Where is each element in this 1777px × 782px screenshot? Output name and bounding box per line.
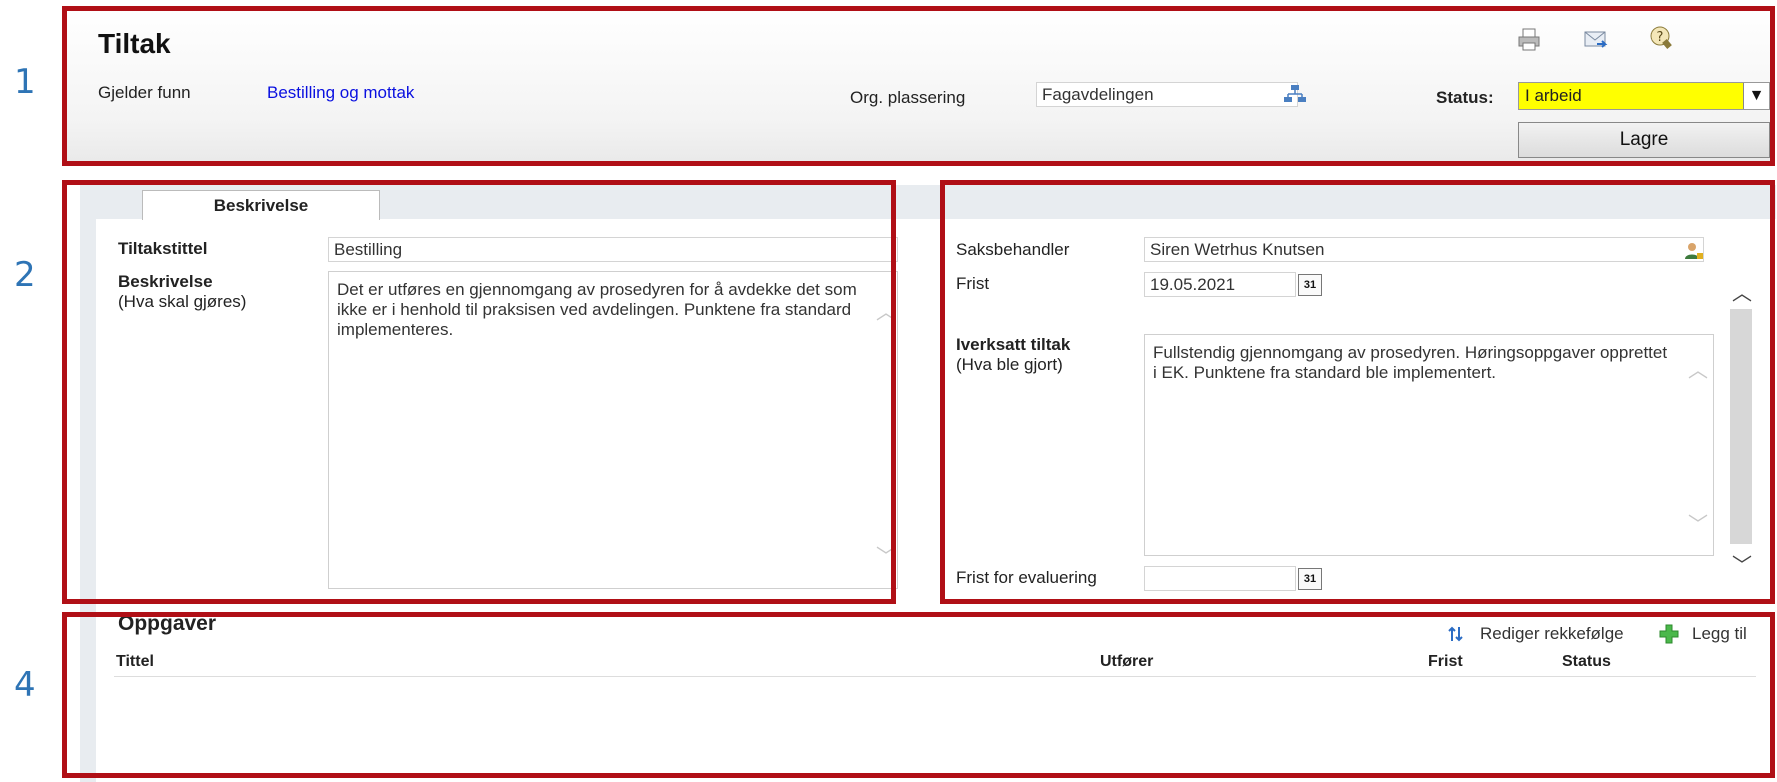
add-button[interactable]: Legg til: [1692, 624, 1747, 644]
org-tree-icon[interactable]: [1283, 84, 1307, 104]
gjelder-label: Gjelder funn: [98, 83, 191, 102]
col-header-tittel[interactable]: Tittel: [116, 653, 154, 671]
desc-label: Beskrivelse (Hva skal gjøres): [118, 272, 246, 312]
page: 1 2 3 4 Tiltak Gjelder funn Bestilling o…: [0, 0, 1777, 782]
org-value: Fagavdelingen: [1042, 85, 1154, 104]
done-textarea[interactable]: Fullstendig gjennomgang av prosedyren. H…: [1144, 334, 1714, 556]
done-scroll-up-icon[interactable]: ︿: [1688, 354, 1708, 383]
done-sublabel: (Hva ble gjort): [956, 355, 1063, 374]
tasks-title: Oppgaver: [118, 612, 217, 635]
gjelder-link[interactable]: Bestilling og mottak: [267, 83, 414, 103]
org-label: Org. plassering: [850, 88, 966, 107]
status-label: Status:: [1436, 88, 1494, 107]
handler-label: Saksbehandler: [956, 240, 1070, 259]
eval-input[interactable]: [1144, 566, 1296, 591]
save-button[interactable]: Lagre: [1518, 122, 1770, 158]
done-label-text: Iverksatt tiltak: [956, 335, 1071, 354]
col-header-status[interactable]: Status: [1562, 653, 1611, 671]
email-icon[interactable]: [1582, 26, 1608, 52]
desc-scroll-down-icon[interactable]: ﹀: [876, 540, 896, 569]
add-icon[interactable]: [1658, 623, 1680, 645]
deadline-input[interactable]: 19.05.2021: [1144, 272, 1296, 297]
desc-sublabel: (Hva skal gjøres): [118, 292, 247, 311]
done-value: Fullstendig gjennomgang av prosedyren. H…: [1153, 343, 1668, 382]
handler-value: Siren Wetrhus Knutsen: [1150, 240, 1325, 259]
status-value: I arbeid: [1525, 86, 1582, 105]
deadline-label: Frist: [956, 274, 990, 293]
title-value: Bestilling: [334, 240, 403, 259]
user-picker-icon[interactable]: [1684, 241, 1704, 261]
help-icon[interactable]: ?: [1648, 24, 1674, 50]
details-scrollbar[interactable]: ︿ ﹀: [1728, 259, 1754, 591]
print-icon[interactable]: [1516, 26, 1542, 52]
desc-scroll-up-icon[interactable]: ︿: [876, 296, 896, 325]
title-label: Tiltakstittel: [118, 239, 207, 259]
desc-textarea[interactable]: Det er utføres en gjennomgang av prosedy…: [328, 271, 898, 589]
handler-input[interactable]: Siren Wetrhus Knutsen: [1144, 237, 1704, 262]
callout-4: 4: [14, 665, 36, 705]
done-scroll-down-icon[interactable]: ﹀: [1688, 508, 1708, 537]
left-strip: [80, 185, 96, 782]
col-header-utforer[interactable]: Utfører: [1100, 653, 1153, 671]
chevron-down-icon[interactable]: ▼: [1743, 83, 1769, 109]
scrollbar-thumb[interactable]: [1730, 309, 1752, 544]
calendar-icon[interactable]: 31: [1298, 274, 1322, 296]
status-select[interactable]: I arbeid ▼: [1518, 82, 1770, 110]
reorder-button[interactable]: Rediger rekkefølge: [1480, 624, 1624, 644]
scroll-up-icon[interactable]: ︿: [1732, 277, 1752, 306]
done-label: Iverksatt tiltak (Hva ble gjort): [956, 335, 1070, 375]
callout-2: 2: [14, 255, 36, 295]
desc-value: Det er utføres en gjennomgang av prosedy…: [337, 280, 857, 339]
callout-1: 1: [14, 62, 36, 102]
reorder-icon[interactable]: [1447, 625, 1465, 643]
deadline-value: 19.05.2021: [1150, 275, 1236, 294]
col-header-frist[interactable]: Frist: [1428, 653, 1463, 671]
desc-label-text: Beskrivelse: [118, 272, 213, 291]
tab-beskrivelse[interactable]: Beskrivelse: [142, 190, 380, 220]
page-title: Tiltak: [98, 28, 171, 59]
table-divider: [114, 676, 1756, 677]
title-label-text: Tiltakstittel: [118, 239, 208, 258]
calendar-icon[interactable]: 31: [1298, 568, 1322, 590]
scroll-down-icon[interactable]: ﹀: [1732, 549, 1752, 578]
org-field[interactable]: Fagavdelingen: [1036, 82, 1298, 107]
eval-label: Frist for evaluering: [956, 568, 1097, 587]
title-input[interactable]: Bestilling: [328, 237, 898, 262]
